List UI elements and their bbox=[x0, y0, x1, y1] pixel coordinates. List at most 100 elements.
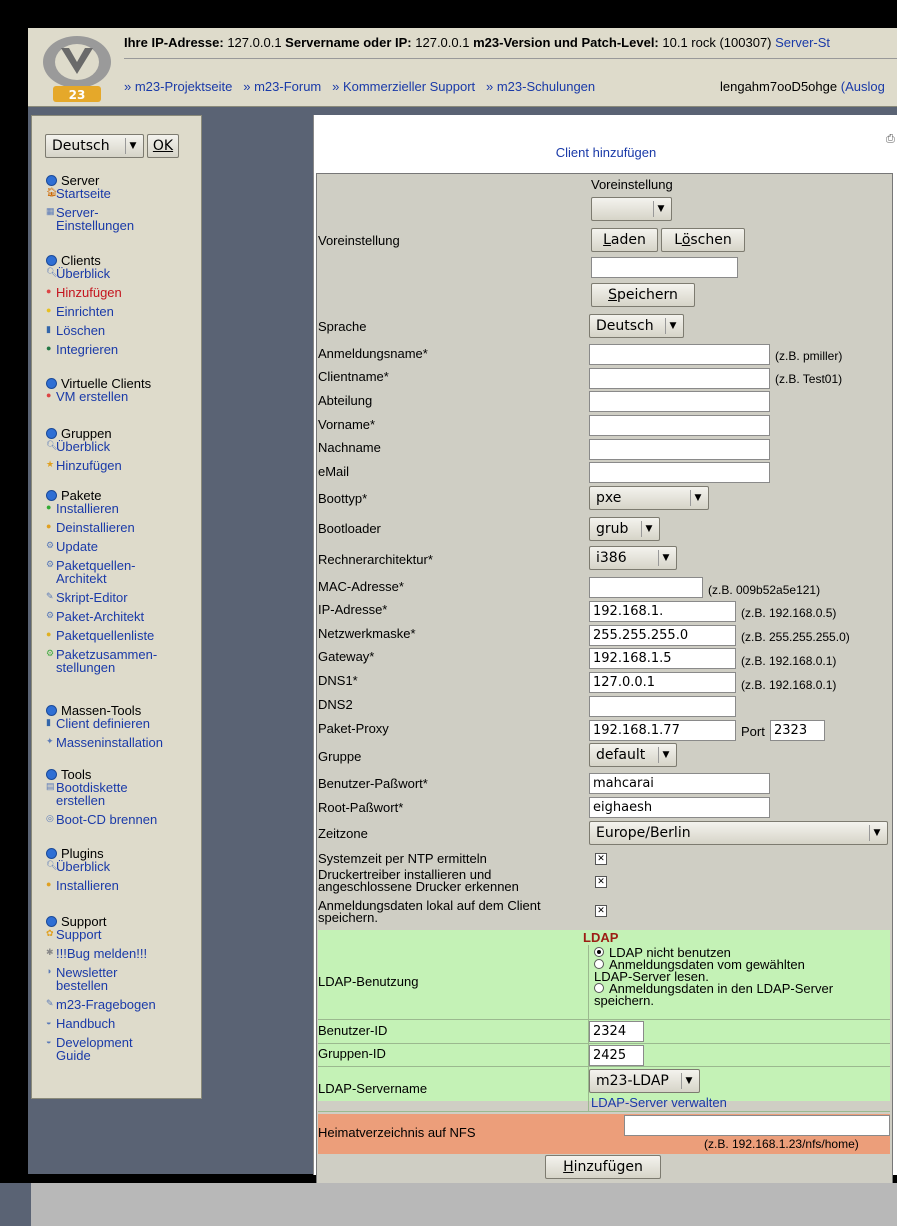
sidebar-item[interactable]: ✿ Support bbox=[46, 928, 156, 941]
sidebar-item[interactable]: ● Integrieren bbox=[46, 343, 122, 356]
sidebar-item[interactable]: ✎ Skript-Editor bbox=[46, 591, 157, 604]
sidebar-ok-button[interactable]: OK bbox=[147, 134, 179, 158]
boottype-select[interactable]: pxe ▼ bbox=[589, 486, 709, 510]
gateway-input[interactable]: 192.168.1.5 bbox=[589, 648, 736, 669]
sidebar-item[interactable]: ● VM erstellen bbox=[46, 390, 151, 403]
sidebar-item[interactable]: ● Paketquellenliste bbox=[46, 629, 157, 642]
sidebar-item[interactable]: ⚙ Paket-Architekt bbox=[46, 610, 157, 623]
dns1-input[interactable]: 127.0.0.1 bbox=[589, 672, 736, 693]
port-input[interactable]: 2323 bbox=[770, 720, 825, 741]
timezone-select[interactable]: Europe/Berlin ▼ bbox=[589, 821, 888, 845]
print-icon[interactable]: ⎙ bbox=[886, 132, 895, 146]
sidebar-item[interactable]: 🏠︎ Startseite bbox=[46, 187, 134, 200]
email-input[interactable] bbox=[589, 462, 770, 483]
mass-icon: ✦ bbox=[46, 736, 54, 746]
preset-label: Voreinstellung bbox=[318, 233, 400, 248]
root-password-input[interactable]: eighaesh bbox=[589, 797, 770, 818]
ldap-server-select[interactable]: m23-LDAP ▼ bbox=[589, 1069, 700, 1093]
package-icon: ⚙ bbox=[46, 610, 55, 620]
sidebar-item[interactable]: ▦ Server- Einstellungen bbox=[46, 206, 134, 232]
logout-link[interactable]: (Auslog bbox=[841, 79, 885, 94]
preset-name-input[interactable] bbox=[591, 257, 738, 278]
preset-delete-button[interactable]: Löschen bbox=[661, 228, 745, 252]
version-value: 10.1 rock (100307) bbox=[662, 35, 772, 50]
nav-forum-link[interactable]: » m23-Forum bbox=[243, 79, 321, 94]
ldap-server-label: LDAP-Servername bbox=[318, 1081, 428, 1096]
arch-label: Rechnerarchitektur* bbox=[318, 552, 433, 567]
firstname-input[interactable] bbox=[589, 415, 770, 436]
sidebar-item[interactable]: ◒ Development Guide bbox=[46, 1036, 156, 1062]
sidebar-item[interactable]: ◑ Newsletter bestellen bbox=[46, 966, 156, 992]
server-info: Ihre IP-Adresse: 127.0.0.1 Servername od… bbox=[124, 33, 897, 59]
ldap-divider bbox=[318, 1043, 890, 1044]
sidebar-item[interactable]: ● Installieren bbox=[46, 502, 157, 515]
sidebar-item[interactable]: ◒ Handbuch bbox=[46, 1017, 156, 1030]
sidebar-item[interactable]: 🔍︎ Überblick bbox=[46, 440, 122, 453]
section-bullet-icon bbox=[46, 769, 57, 780]
lastname-label: Nachname bbox=[318, 440, 381, 455]
save-label: Speichern bbox=[608, 287, 678, 303]
netmask-input[interactable]: 255.255.255.0 bbox=[589, 625, 736, 646]
header-bar: 23 Ihre IP-Adresse: 127.0.0.1 Servername… bbox=[28, 28, 897, 107]
ldap-userid-input[interactable]: 2324 bbox=[589, 1021, 644, 1042]
sidebar-item[interactable]: ● Einrichten bbox=[46, 305, 122, 318]
sidebar-item-label: Paketzusammen- stellungen bbox=[56, 647, 158, 675]
lastname-input[interactable] bbox=[589, 439, 770, 460]
ip-label: Ihre IP-Adresse: bbox=[124, 35, 224, 50]
sidebar-language-select[interactable]: Deutsch ▼ bbox=[45, 134, 144, 158]
sidebar-item[interactable]: ▮ Client definieren bbox=[46, 717, 163, 730]
boottype-value: pxe bbox=[596, 490, 622, 506]
ip-input[interactable]: 192.168.1. bbox=[589, 601, 736, 622]
section-bullet-icon bbox=[46, 705, 57, 716]
sidebar-item[interactable]: ✎ m23-Fragebogen bbox=[46, 998, 156, 1011]
preset-select[interactable]: ▼ bbox=[591, 197, 672, 221]
nfs-input[interactable] bbox=[624, 1115, 890, 1136]
department-input[interactable] bbox=[589, 391, 770, 412]
proxy-input[interactable]: 192.168.1.77 bbox=[589, 720, 736, 741]
ldap-option-read[interactable]: Anmeldungsdaten vom gewählten LDAP-Serve… bbox=[591, 958, 881, 983]
department-label: Abteilung bbox=[318, 393, 373, 408]
arch-select[interactable]: i386 ▼ bbox=[589, 546, 677, 570]
sidebar-item[interactable]: ✦ Masseninstallation bbox=[46, 736, 163, 749]
ldap-option-write-label: Anmeldungsdaten in den LDAP-Server speic… bbox=[594, 981, 834, 1008]
preset-save-button[interactable]: Speichern bbox=[591, 283, 695, 307]
sidebar-item[interactable]: ● Installieren bbox=[46, 879, 119, 892]
nav-training-link[interactable]: » m23-Schulungen bbox=[486, 79, 595, 94]
ldap-manage-link[interactable]: LDAP-Server verwalten bbox=[591, 1096, 727, 1110]
clientname-input[interactable] bbox=[589, 368, 770, 389]
user-password-input[interactable]: mahcarai bbox=[589, 773, 770, 794]
sidebar-item[interactable]: ▤ Bootdiskette erstellen bbox=[46, 781, 157, 807]
sidebar-item[interactable]: 🔍︎ Überblick bbox=[46, 860, 119, 873]
ldap-option-write[interactable]: Anmeldungsdaten in den LDAP-Server speic… bbox=[591, 981, 881, 1008]
sidebar-item[interactable]: ◎ Boot-CD brennen bbox=[46, 813, 157, 826]
bootloader-select[interactable]: grub ▼ bbox=[589, 517, 660, 541]
submit-add-button[interactable]: Hinzufügen bbox=[545, 1155, 661, 1179]
sidebar-item[interactable]: ⚙ Update bbox=[46, 540, 157, 553]
sidebar-item[interactable]: 🔍︎ Überblick bbox=[46, 267, 122, 280]
nav-project-link[interactable]: » m23-Projektseite bbox=[124, 79, 232, 94]
login-input[interactable] bbox=[589, 344, 770, 365]
sidebar-item[interactable]: ⚙ Paketquellen- Architekt bbox=[46, 559, 157, 585]
sidebar-item[interactable]: ▮ Löschen bbox=[46, 324, 122, 337]
sidebar-item[interactable]: ● Hinzufügen bbox=[46, 286, 122, 299]
sidebar-item[interactable]: ⚙ Paketzusammen- stellungen bbox=[46, 648, 157, 674]
group-select[interactable]: default ▼ bbox=[589, 743, 677, 767]
server-status-link[interactable]: Server-St bbox=[775, 35, 830, 50]
sidebar-item-label: !!!Bug melden!!! bbox=[56, 946, 148, 961]
language-select[interactable]: Deutsch ▼ bbox=[589, 314, 684, 338]
sidebar-item[interactable]: ★ Hinzufügen bbox=[46, 459, 122, 472]
dns2-input[interactable] bbox=[589, 696, 736, 717]
printer-checkbox[interactable]: ✕ bbox=[595, 876, 607, 888]
preset-load-button[interactable]: Laden bbox=[591, 228, 658, 252]
local-auth-checkbox[interactable]: ✕ bbox=[595, 905, 607, 917]
sidebar-item-label: Paket-Architekt bbox=[56, 609, 145, 624]
integrate-icon: ● bbox=[46, 343, 52, 353]
mac-input[interactable] bbox=[589, 577, 703, 598]
radio-icon bbox=[594, 959, 604, 969]
nav-support-link[interactable]: » Kommerzieller Support bbox=[332, 79, 475, 94]
sidebar-item[interactable]: ✱ !!!Bug melden!!! bbox=[46, 947, 156, 960]
sidebar-item[interactable]: ● Deinstallieren bbox=[46, 521, 157, 534]
ntp-checkbox[interactable]: ✕ bbox=[595, 853, 607, 865]
ldap-groupid-input[interactable]: 2425 bbox=[589, 1045, 644, 1066]
gateway-value: 192.168.1.5 bbox=[593, 651, 672, 666]
